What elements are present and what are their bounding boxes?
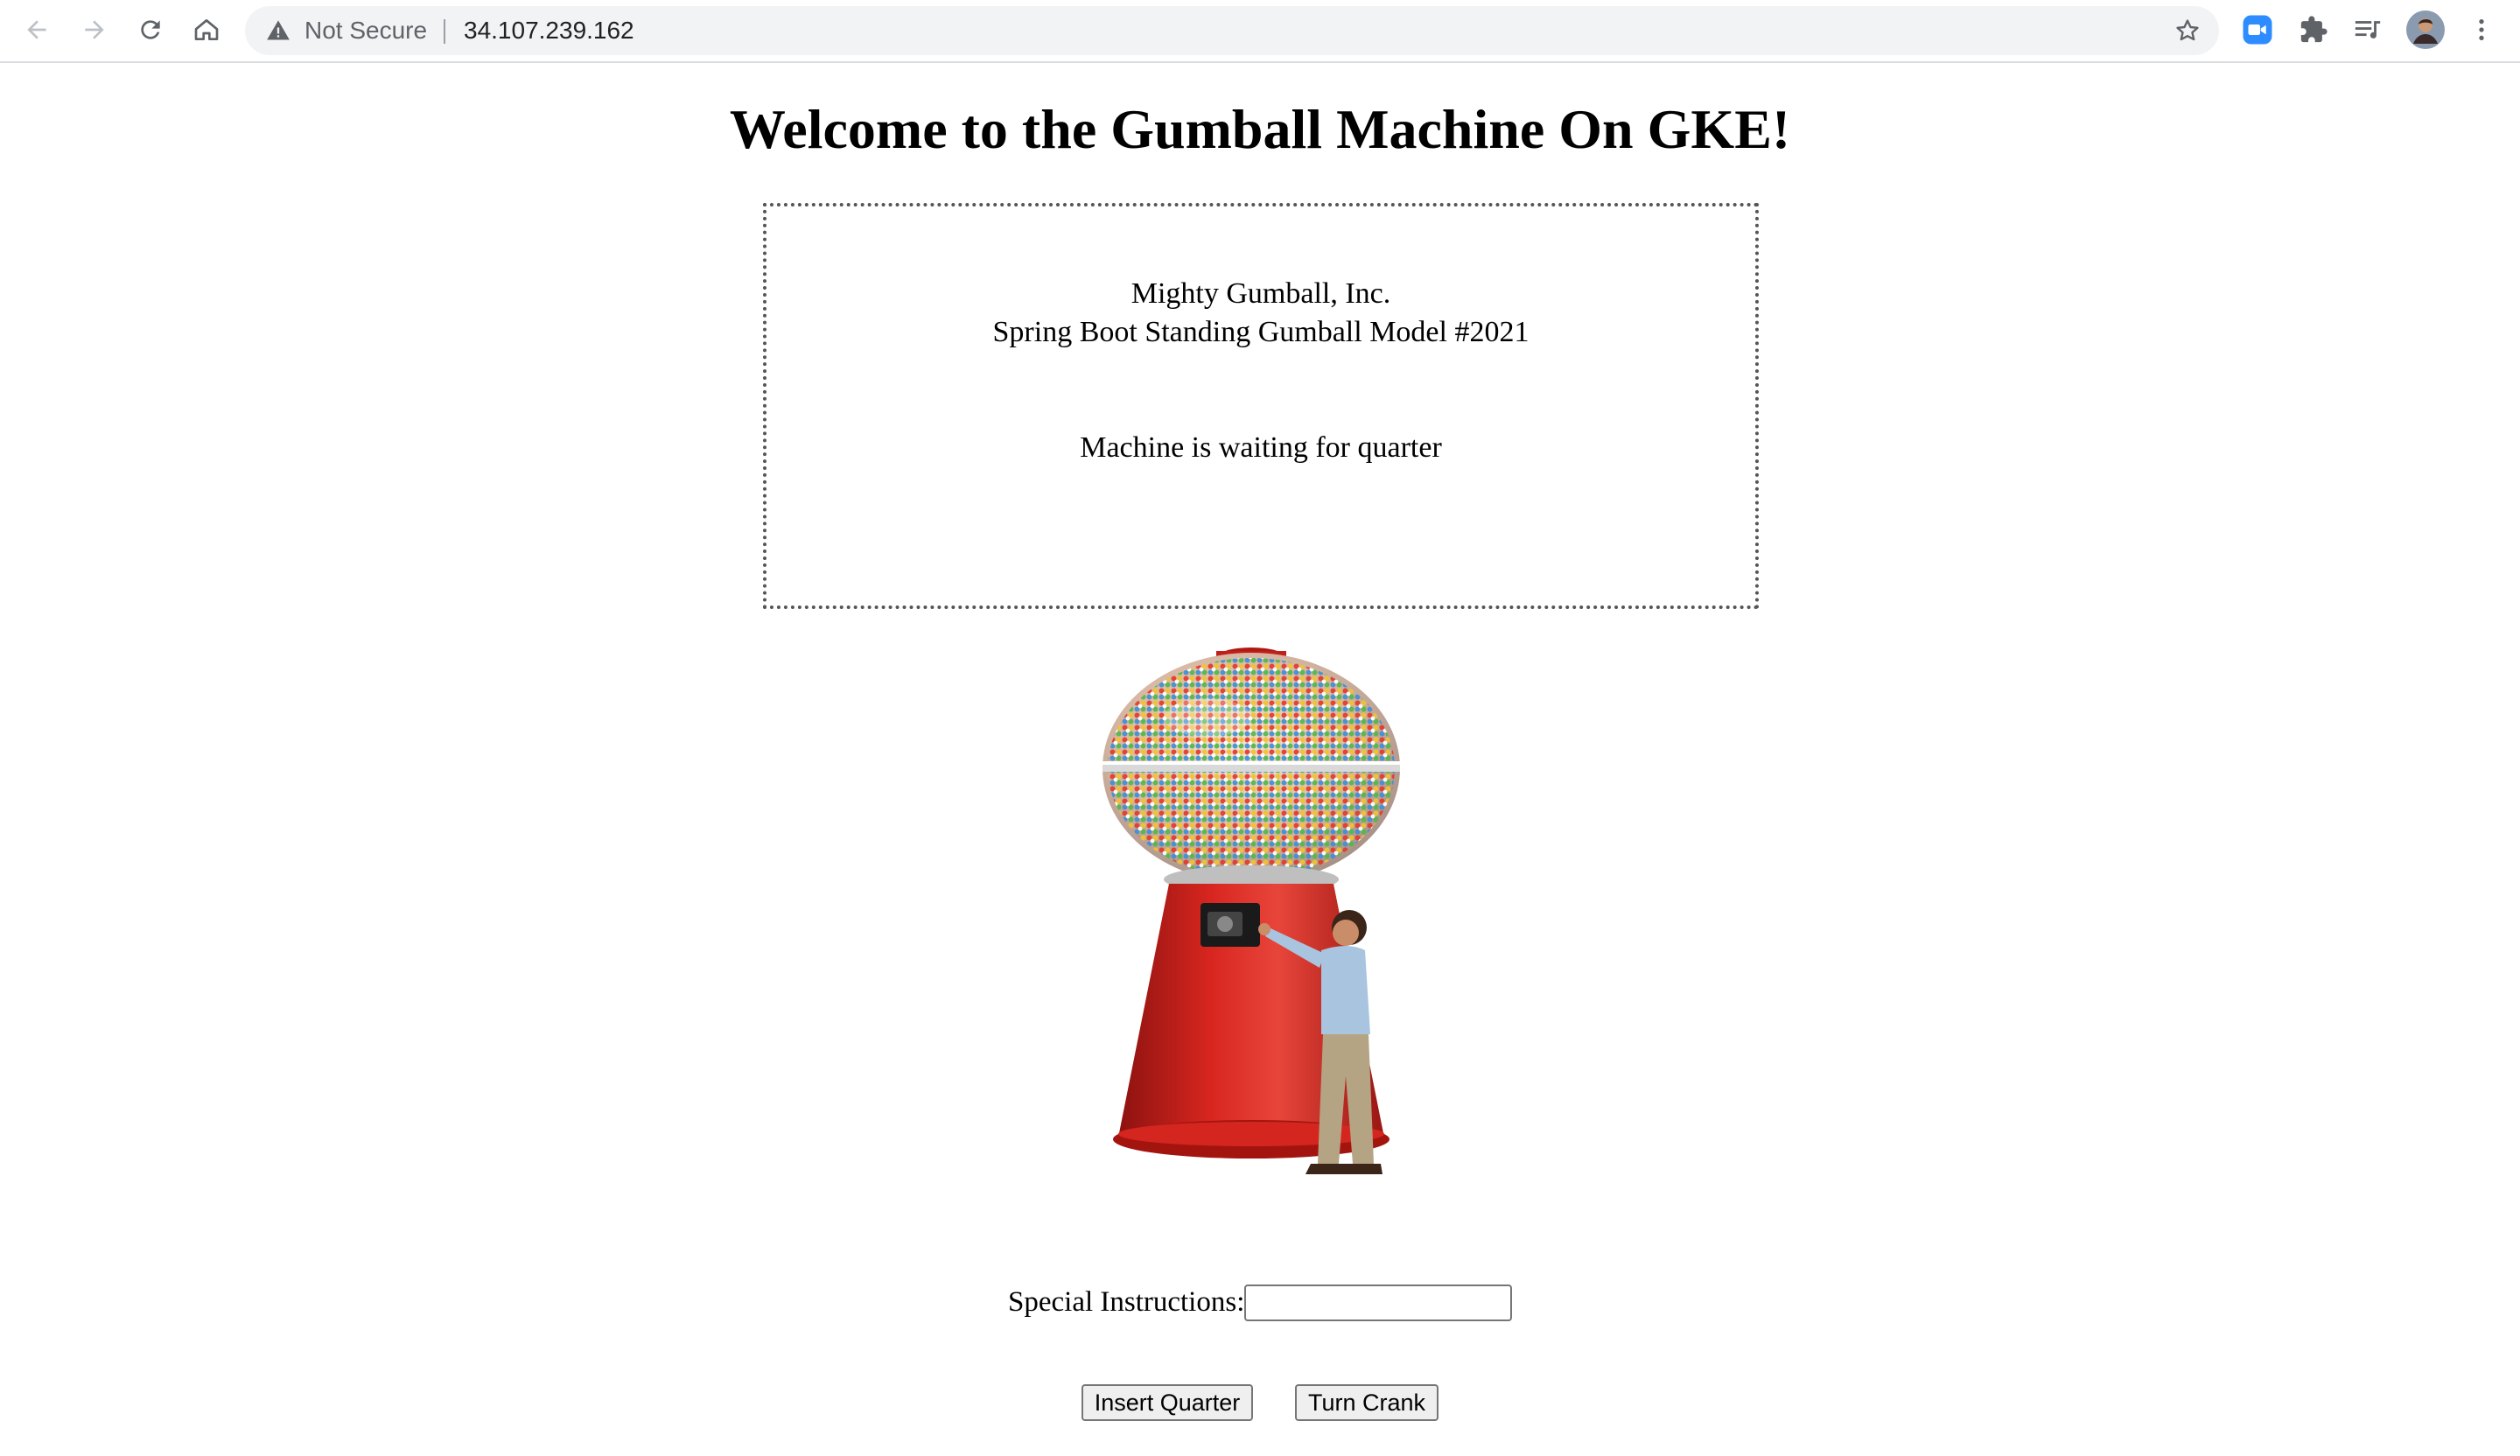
avatar-image	[2406, 10, 2445, 49]
browser-menu-button[interactable]	[2464, 10, 2499, 49]
media-queue-icon	[2355, 21, 2381, 38]
home-icon	[194, 19, 219, 40]
url-text[interactable]: 34.107.239.162	[464, 6, 634, 55]
address-bar[interactable]: Not Secure 34.107.239.162	[245, 6, 2219, 55]
warning-icon[interactable]	[266, 18, 290, 43]
puzzle-icon	[2300, 16, 2328, 43]
special-instructions-input[interactable]	[1244, 1284, 1512, 1321]
page-title: Welcome to the Gumball Machine On GKE!	[729, 98, 1791, 160]
back-button[interactable]	[14, 7, 60, 52]
model-name: Spring Boot Standing Gumball Model #2021	[992, 316, 1530, 348]
security-label[interactable]: Not Secure	[304, 6, 427, 55]
turn-crank-button[interactable]: Turn Crank	[1295, 1384, 1438, 1421]
reload-icon	[141, 20, 160, 39]
status-panel: Mighty Gumball, Inc. Spring Boot Standin…	[763, 203, 1759, 609]
zoom-extension-button[interactable]	[2238, 10, 2277, 49]
forward-icon	[85, 20, 104, 39]
gumball-machine-image	[1102, 648, 1400, 1174]
home-button[interactable]	[184, 7, 229, 52]
forward-button[interactable]	[72, 7, 117, 52]
reload-button[interactable]	[128, 7, 173, 52]
browser-toolbar: Not Secure 34.107.239.162	[0, 0, 2520, 63]
extensions-button[interactable]	[2294, 10, 2333, 49]
special-instructions-label: Special Instructions:	[1008, 1286, 1245, 1318]
machine-status: Machine is waiting for quarter	[1080, 431, 1442, 464]
back-icon	[27, 20, 46, 39]
omnibox-divider	[444, 19, 445, 44]
profile-avatar[interactable]	[2406, 10, 2445, 49]
insert-quarter-button[interactable]: Insert Quarter	[1082, 1384, 1253, 1421]
kebab-menu-icon	[2479, 19, 2484, 40]
media-queue-button[interactable]	[2348, 10, 2387, 49]
company-name: Mighty Gumball, Inc.	[1130, 277, 1391, 310]
zoom-extension-icon	[2243, 15, 2272, 45]
star-icon[interactable]	[2174, 17, 2202, 45]
